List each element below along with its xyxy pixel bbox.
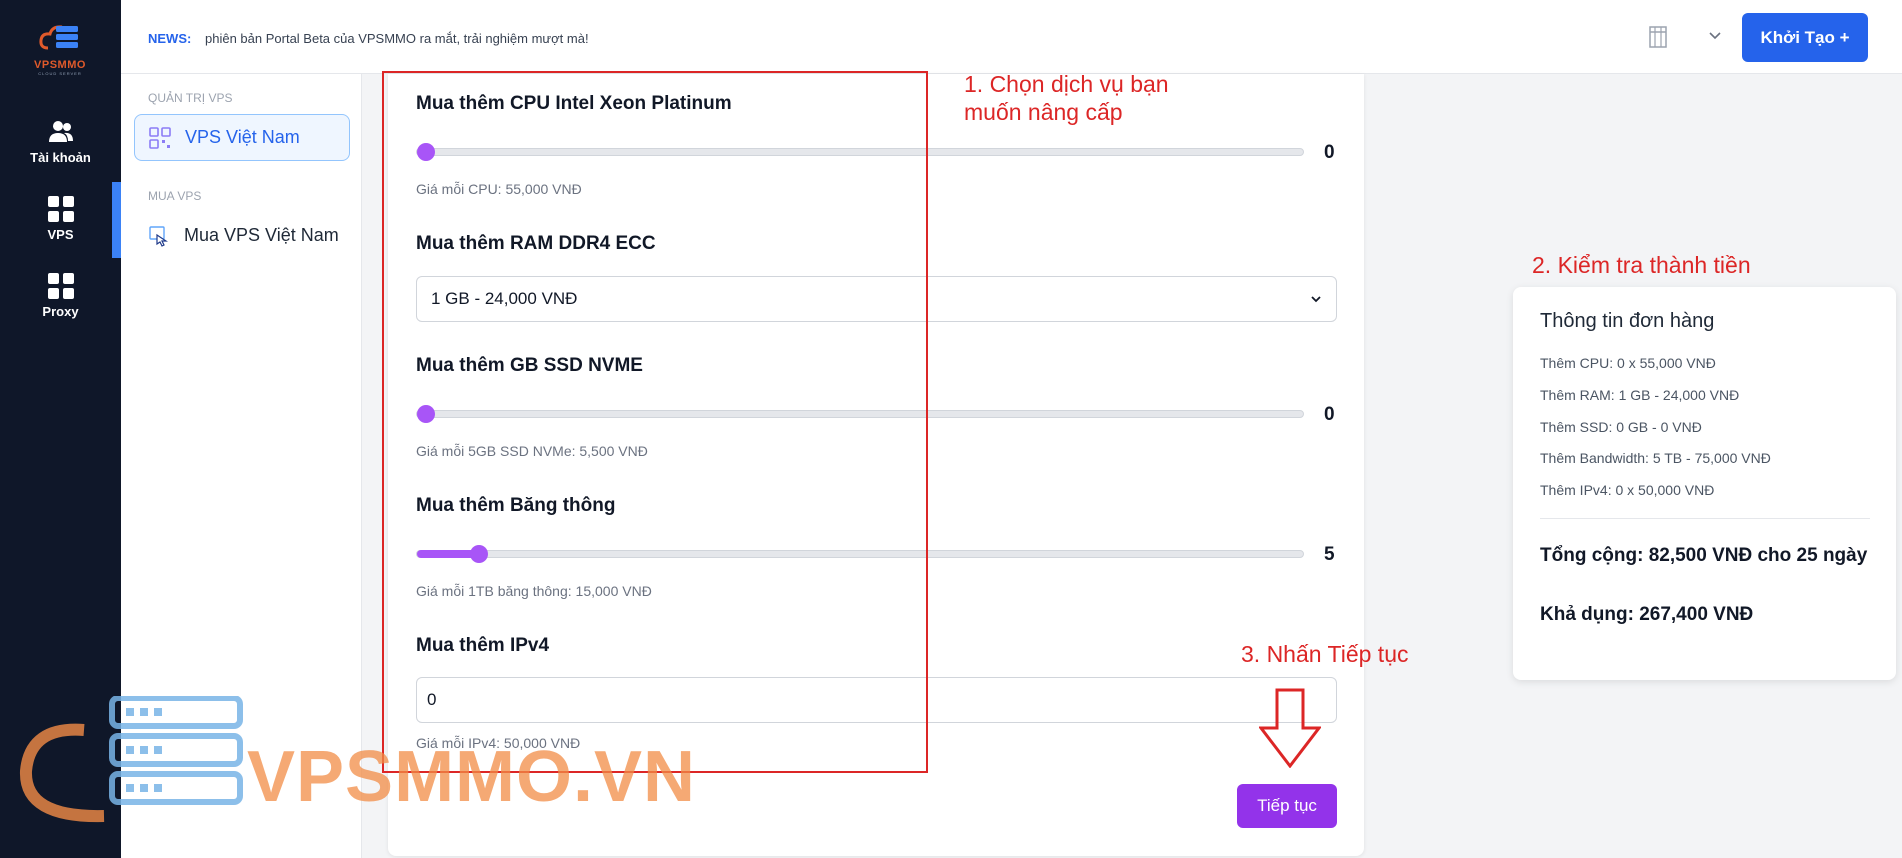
annotation-step3: 3. Nhấn Tiếp tục	[1241, 641, 1409, 667]
rail-item-account[interactable]: Tài khoản	[0, 118, 121, 165]
annotation-highlight-box	[382, 71, 928, 773]
users-icon	[48, 121, 73, 142]
brand-name: VPSMMO	[34, 59, 86, 71]
active-indicator	[112, 182, 121, 258]
rail-item-label: Tài khoản	[30, 150, 91, 165]
order-line-ram: Thêm RAM: 1 GB - 24,000 VNĐ	[1540, 387, 1740, 403]
rail-item-label: VPS	[47, 227, 74, 242]
grid-icon	[47, 196, 74, 222]
rail-item-vps[interactable]: VPS	[0, 195, 121, 242]
sidebar-item-label: Mua VPS Việt Nam	[184, 225, 339, 245]
brand-tagline: CLOUD SERVER	[38, 71, 82, 76]
cpu-value: 0	[1324, 142, 1335, 163]
order-line-bandwidth: Thêm Bandwidth: 5 TB - 75,000 VNĐ	[1540, 450, 1771, 466]
left-rail: VPSMMO CLOUD SERVER Tài khoản VPS Proxy	[0, 0, 121, 858]
annotation-step1-line1: 1. Chọn dịch vụ bạn	[964, 71, 1169, 97]
top-bar: NEWS: phiên bản Portal Beta của VPSMMO r…	[121, 0, 1902, 74]
sidebar-section-manage: QUẢN TRỊ VPS	[148, 91, 233, 105]
sidebar-item-label: VPS Việt Nam	[185, 127, 300, 147]
order-line-ipv4: Thêm IPv4: 0 x 50,000 VNĐ	[1540, 482, 1715, 498]
annotation-step1: 1. Chọn dịch vụ bạn muốn nâng cấp	[964, 70, 1169, 126]
cloud-server-icon	[39, 25, 78, 50]
divider	[1540, 518, 1870, 519]
create-button[interactable]: Khởi Tạo +	[1742, 13, 1868, 62]
news-label: NEWS:	[148, 31, 192, 46]
order-total: Tổng cộng: 82,500 VNĐ cho 25 ngày	[1540, 545, 1868, 566]
continue-button[interactable]: Tiếp tục	[1237, 784, 1337, 828]
order-line-cpu: Thêm CPU: 0 x 55,000 VNĐ	[1540, 355, 1716, 371]
order-title: Thông tin đơn hàng	[1540, 310, 1715, 332]
sidebar-section-buy: MUA VPS	[148, 189, 202, 203]
logo[interactable]: VPSMMO CLOUD SERVER	[22, 22, 98, 78]
rail-item-label: Proxy	[42, 304, 79, 319]
grid-icon	[47, 273, 74, 299]
available-balance: Khả dụng: 267,400 VNĐ	[1540, 604, 1754, 625]
annotation-step2: 2. Kiểm tra thành tiền	[1532, 252, 1751, 278]
chevron-down-icon[interactable]	[1707, 28, 1723, 44]
annotation-step1-line2: muốn nâng cấp	[964, 99, 1123, 125]
tap-hand-icon	[149, 225, 168, 247]
sidebar-item-buy-vps[interactable]: Mua VPS Việt Nam	[134, 212, 350, 259]
news-text: phiên bản Portal Beta của VPSMMO ra mắt,…	[205, 31, 589, 46]
document-icon[interactable]	[1648, 25, 1668, 49]
order-summary-card: Thông tin đơn hàng Thêm CPU: 0 x 55,000 …	[1513, 287, 1896, 680]
rail-item-proxy[interactable]: Proxy	[0, 272, 121, 319]
watermark-text: VPSMMO.VN	[247, 737, 697, 817]
bandwidth-value: 5	[1324, 544, 1335, 565]
ssd-value: 0	[1324, 404, 1335, 425]
chevron-down-icon	[1311, 296, 1321, 303]
order-line-ssd: Thêm SSD: 0 GB - 0 VNĐ	[1540, 419, 1702, 435]
down-arrow-icon	[1259, 688, 1321, 768]
sidebar-item-vps-vietnam[interactable]: VPS Việt Nam	[134, 114, 350, 161]
qr-grid-icon	[149, 126, 171, 149]
